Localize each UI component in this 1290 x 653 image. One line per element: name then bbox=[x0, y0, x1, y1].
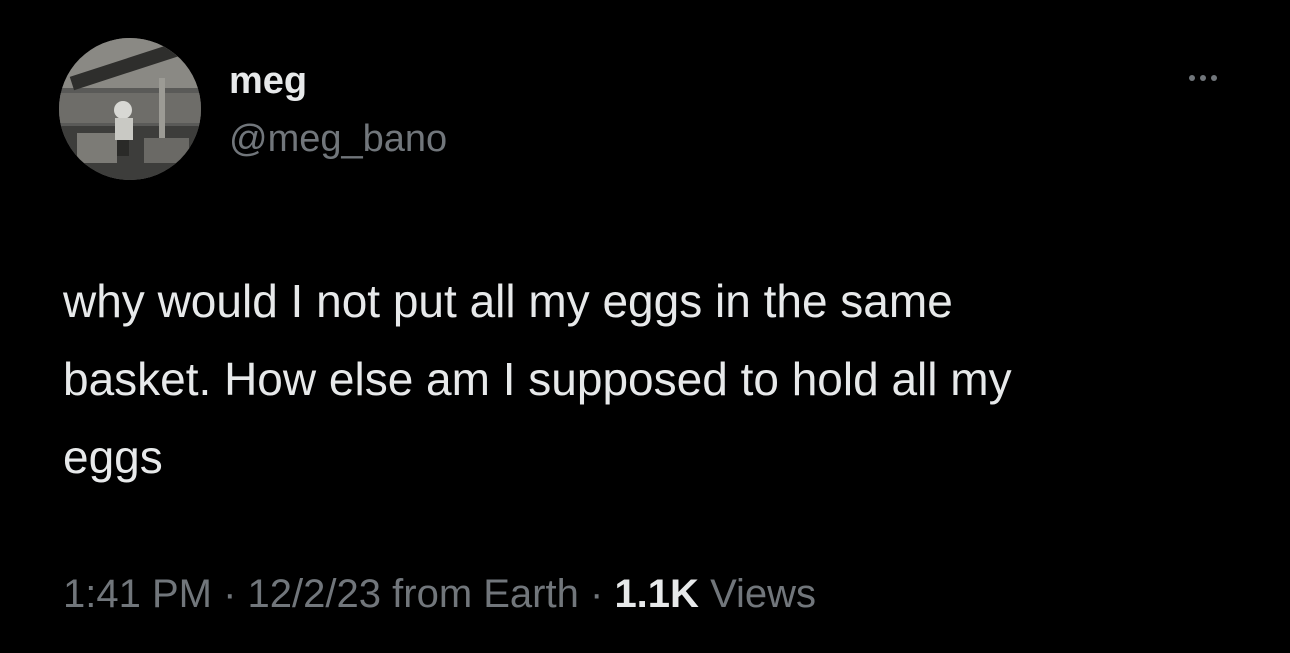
meta-separator: · bbox=[589, 572, 604, 616]
more-horizontal-icon bbox=[1211, 75, 1217, 81]
user-handle[interactable]: @meg_bano bbox=[229, 116, 447, 162]
display-name[interactable]: meg bbox=[229, 58, 307, 104]
tweet-date[interactable]: 12/2/23 bbox=[248, 572, 381, 616]
tweet-card: meg @meg_bano why would I not put all my… bbox=[0, 0, 1290, 653]
tweet-time[interactable]: 1:41 PM bbox=[63, 572, 212, 616]
tweet-source: from Earth bbox=[392, 572, 579, 616]
views-count[interactable]: 1.1K bbox=[614, 572, 699, 616]
profile-photo-icon bbox=[59, 38, 201, 180]
more-options-button[interactable] bbox=[1176, 62, 1230, 94]
tweet-metadata: 1:41 PM · 12/2/23 from Earth · 1.1K View… bbox=[63, 569, 816, 619]
tweet-text: why would I not put all my eggs in the s… bbox=[63, 275, 1012, 483]
more-horizontal-icon bbox=[1189, 75, 1195, 81]
avatar[interactable] bbox=[59, 38, 201, 180]
more-horizontal-icon bbox=[1200, 75, 1206, 81]
views-label: Views bbox=[710, 572, 817, 616]
meta-separator: · bbox=[223, 572, 237, 616]
